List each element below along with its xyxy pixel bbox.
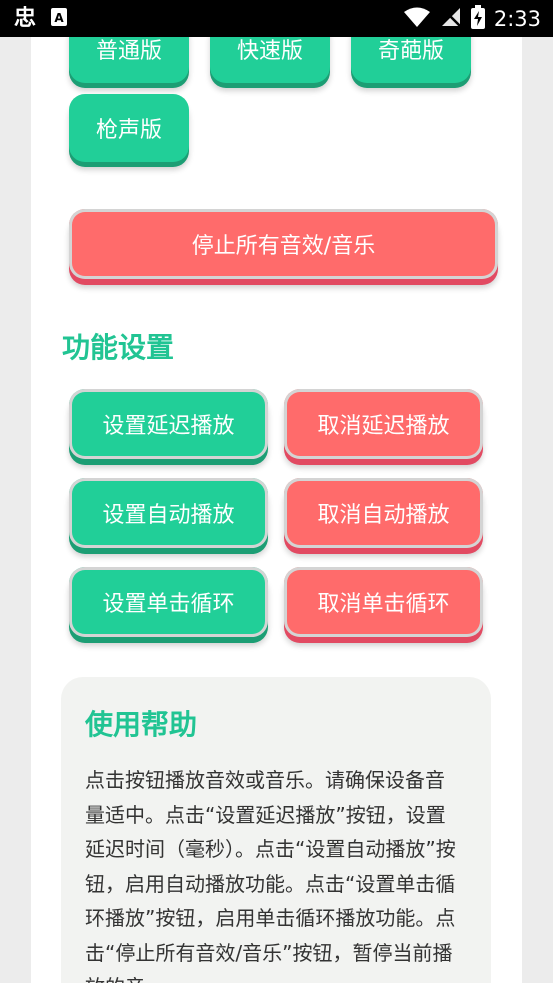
cancel-delay-play-button[interactable]: 取消延迟播放 — [284, 389, 483, 459]
set-click-loop-button[interactable]: 设置单击循环 — [69, 567, 268, 637]
main-card: 普通版 快速版 奇葩版 枪声版 停止所有音效/音乐 功能设置 设置延迟播放 取消… — [31, 37, 522, 983]
clock: 2:33 — [493, 6, 541, 31]
sound-button-gunshot[interactable]: 枪声版 — [69, 94, 189, 162]
stop-all-button[interactable]: 停止所有音效/音乐 — [69, 209, 498, 279]
app-notification-icon: 忠 — [14, 6, 37, 31]
sound-button-normal[interactable]: 普通版 — [69, 37, 189, 83]
settings-title: 功能设置 — [62, 331, 175, 364]
help-text: 点击按钮播放音效或音乐。请确保设备音量适中。点击“设置延迟播放”按钮，设置延迟时… — [85, 768, 456, 983]
wifi-icon — [403, 6, 431, 32]
no-signal-icon — [440, 6, 462, 32]
svg-text:A: A — [54, 11, 64, 25]
help-title: 使用帮助 — [85, 708, 198, 741]
battery-charging-icon — [470, 5, 485, 33]
help-panel: 使用帮助 点击按钮播放音效或音乐。请确保设备音量适中。点击“设置延迟播放”按钮，… — [61, 677, 491, 983]
set-delay-play-button[interactable]: 设置延迟播放 — [69, 389, 268, 459]
sound-button-weird[interactable]: 奇葩版 — [351, 37, 471, 83]
cancel-auto-play-button[interactable]: 取消自动播放 — [284, 478, 483, 548]
status-bar: 忠 A 2:33 — [0, 0, 553, 37]
cancel-click-loop-button[interactable]: 取消单击循环 — [284, 567, 483, 637]
a-notification-icon: A — [50, 7, 68, 31]
sound-button-fast[interactable]: 快速版 — [210, 37, 330, 83]
set-auto-play-button[interactable]: 设置自动播放 — [69, 478, 268, 548]
